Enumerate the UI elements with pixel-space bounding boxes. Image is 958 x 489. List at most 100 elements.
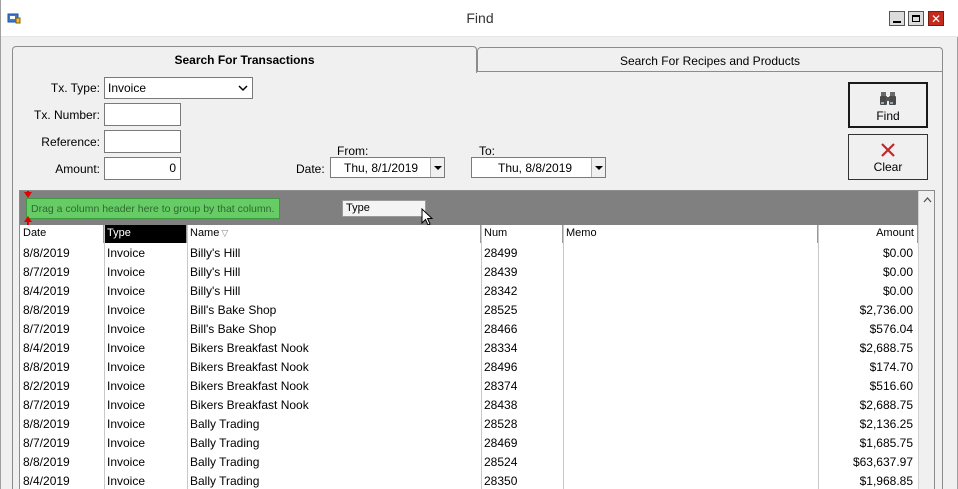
tx-number-label: Tx. Number: [33,108,100,122]
scroll-up-arrow-icon[interactable] [920,192,935,209]
table-row[interactable]: 8/4/2019 Invoice Bally Trading 28350 $1,968.… [20,472,918,489]
cell-memo [563,377,818,396]
cell-type: Invoice [107,303,146,317]
cell-name: Billy's Hill [190,284,241,298]
column-header-memo[interactable]: Memo [563,225,818,243]
cell-memo [563,396,818,415]
group-by-area[interactable]: Drag a column header here to group by th… [20,191,918,226]
table-row[interactable]: 8/7/2019 Invoice Billy's Hill 28439 $0.00 [20,263,918,282]
cell-memo [563,301,818,320]
cell-date: 8/7/2019 [23,265,70,279]
results-grid: Drag a column header here to group by th… [19,190,935,489]
cell-num: 28439 [484,265,518,279]
tab-strip: Search For Transactions Search For Recip… [12,46,943,73]
table-row[interactable]: 8/8/2019 Invoice Bally Trading 28524 $63,637… [20,453,918,472]
cell-type: Invoice [107,398,146,412]
to-date-dropdown-icon[interactable] [591,158,605,177]
tx-type-label: Tx. Type: [50,81,100,95]
cell-num: 28524 [484,455,518,469]
cell-date: 8/4/2019 [23,474,70,488]
column-header-date[interactable]: Date [20,225,104,243]
cell-amount: $2,688.75 [859,341,913,355]
cell-amount: $63,637.97 [852,455,913,469]
column-header-name[interactable]: Name ▽ [187,225,481,243]
table-row[interactable]: 8/7/2019 Invoice Bikers Breakfast Nook 2843… [20,396,918,415]
dragged-column-header[interactable]: Type [342,200,426,217]
cell-date: 8/4/2019 [23,284,70,298]
from-label: From: [337,144,369,158]
from-date-value: Thu, 8/1/2019 [344,161,419,175]
cell-type: Invoice [107,284,146,298]
clear-button[interactable]: Clear [848,134,928,180]
table-row[interactable]: 8/7/2019 Invoice Bally Trading 28469 $1,685.… [20,434,918,453]
amount-input[interactable]: 0 [104,157,181,180]
cell-num: 28499 [484,246,518,260]
cell-amount: $576.04 [869,322,913,336]
cell-name: Billy's Hill [190,246,241,260]
tab-search-recipes-products[interactable]: Search For Recipes and Products [477,47,943,73]
to-date-value: Thu, 8/8/2019 [498,161,573,175]
close-button[interactable]: ✕ [928,11,944,26]
table-row[interactable]: 8/4/2019 Invoice Billy's Hill 28342 $0.00 [20,282,918,301]
close-icon: ✕ [930,11,942,26]
from-date-picker[interactable]: Thu, 8/1/2019 [330,157,445,178]
column-header-amount[interactable]: Amount [818,225,918,243]
cell-name: Bill's Bake Shop [190,303,277,317]
grid-rows: 8/8/2019 Invoice Billy's Hill 28499 $0.00 8/7… [20,244,918,489]
cell-date: 8/8/2019 [23,303,70,317]
cell-name: Bikers Breakfast Nook [190,379,309,393]
cell-num: 28469 [484,436,518,450]
cell-memo [563,434,818,453]
cell-memo [563,320,818,339]
cell-amount: $0.00 [882,246,913,260]
amount-label: Amount: [55,162,100,176]
sort-filter-icon[interactable]: ▽ [221,228,228,238]
table-row[interactable]: 8/8/2019 Invoice Billy's Hill 28499 $0.00 [20,244,918,263]
cell-name: Bikers Breakfast Nook [190,341,309,355]
cell-date: 8/4/2019 [23,341,70,355]
cell-memo [563,282,818,301]
find-button-label: Find [876,109,900,123]
cell-name: Billy's Hill [190,265,241,279]
table-row[interactable]: 8/8/2019 Invoice Bill's Bake Shop 28525 $2,7… [20,301,918,320]
to-date-picker[interactable]: Thu, 8/8/2019 [471,157,606,178]
binoculars-icon [880,92,896,105]
from-date-dropdown-icon[interactable] [430,158,444,177]
cell-num: 28525 [484,303,518,317]
cell-memo [563,339,818,358]
table-row[interactable]: 8/8/2019 Invoice Bikers Breakfast Nook 2849… [20,358,918,377]
reference-input[interactable] [104,130,181,153]
cell-date: 8/2/2019 [23,379,70,393]
cell-memo [563,453,818,472]
minimize-button[interactable] [889,11,905,26]
tab-search-transactions[interactable]: Search For Transactions [12,46,477,73]
cell-amount: $2,736.00 [859,303,913,317]
column-header-type[interactable]: Type [104,225,187,243]
tx-number-input[interactable] [104,103,181,126]
maximize-button[interactable] [908,11,924,26]
cell-date: 8/7/2019 [23,398,70,412]
date-label: Date: [296,162,325,176]
table-row[interactable]: 8/2/2019 Invoice Bikers Breakfast Nook 2837… [20,377,918,396]
cell-name: Bikers Breakfast Nook [190,398,309,412]
red-x-icon [881,143,895,157]
cell-date: 8/8/2019 [23,246,70,260]
table-row[interactable]: 8/8/2019 Invoice Bally Trading 28528 $2,136.… [20,415,918,434]
cell-num: 28466 [484,322,518,336]
cell-date: 8/7/2019 [23,436,70,450]
cell-num: 28374 [484,379,518,393]
cell-num: 28342 [484,284,518,298]
cell-amount: $0.00 [882,284,913,298]
column-header-num[interactable]: Num [481,225,563,243]
chevron-down-icon [238,85,248,92]
cell-name: Bally Trading [190,455,260,469]
cell-type: Invoice [107,246,146,260]
cell-amount: $0.00 [882,265,913,279]
table-row[interactable]: 8/4/2019 Invoice Bikers Breakfast Nook 2833… [20,339,918,358]
table-row[interactable]: 8/7/2019 Invoice Bill's Bake Shop 28466 $576… [20,320,918,339]
find-button[interactable]: Find [848,82,928,128]
tx-type-select[interactable]: Invoice [104,77,253,99]
cell-amount: $174.70 [869,360,913,374]
vertical-scrollbar[interactable] [918,191,935,489]
cell-memo [563,244,818,263]
